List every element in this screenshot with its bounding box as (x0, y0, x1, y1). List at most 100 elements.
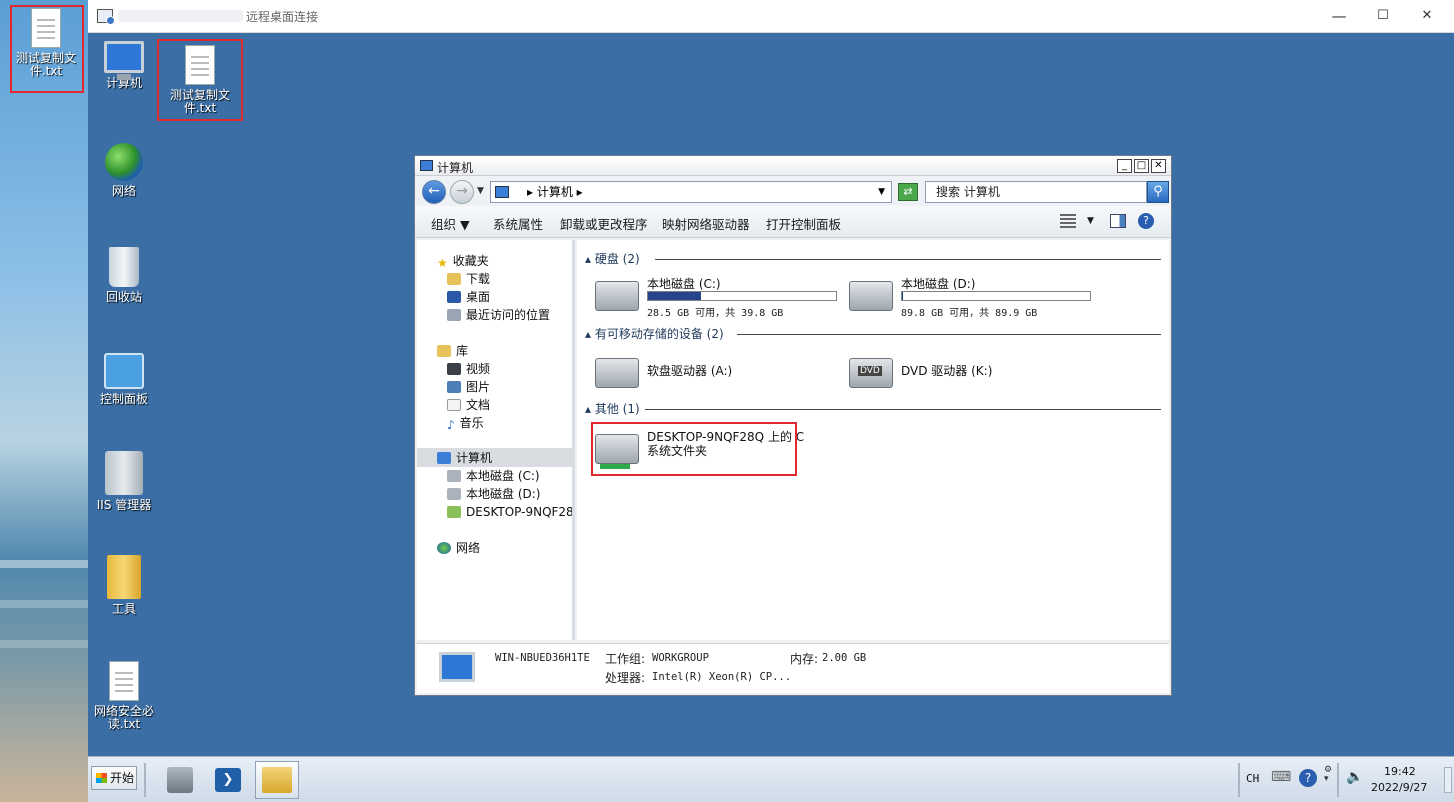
view-options-icon[interactable] (1060, 214, 1076, 228)
show-desktop-button[interactable] (1444, 767, 1452, 793)
map-network-drive-button[interactable]: 映射网络驱动器 (662, 214, 750, 233)
clock-date[interactable]: 2022/9/27 (1371, 781, 1427, 794)
keyboard-icon[interactable]: ⌨ (1271, 769, 1291, 785)
help-icon[interactable]: ? (1138, 213, 1154, 229)
rdp-title: 远程桌面连接 (246, 10, 319, 24)
workgroup-label: 工作组: (605, 652, 646, 666)
pictures-icon (447, 381, 461, 393)
desktop-icon-recycle-bin[interactable]: 回收站 (84, 247, 164, 304)
powershell-icon: ❯ (215, 768, 241, 792)
open-control-panel-button[interactable]: 打开控制面板 (766, 214, 841, 233)
nav-pictures[interactable]: 图片 (447, 378, 490, 396)
text-file-icon (109, 661, 139, 701)
downloads-folder-icon (447, 273, 461, 285)
desktop-icon-label: 网络 (111, 184, 136, 198)
highlight-box (591, 422, 797, 476)
taskbar-separator (144, 763, 146, 797)
network-icon (105, 143, 143, 181)
desktop-icon-label: 工具 (111, 602, 136, 616)
videos-icon (447, 363, 461, 375)
explorer-title: 计算机 (437, 161, 474, 175)
desktop-icon-network[interactable]: 网络 (84, 143, 164, 198)
taskbar-separator (1337, 763, 1339, 797)
search-button[interactable]: ⚲ (1147, 181, 1169, 203)
drive-c-usage-fill (648, 292, 701, 300)
drive-dvd-name: DVD 驱动器 (K:) (901, 364, 993, 378)
nav-downloads[interactable]: 下载 (447, 270, 490, 288)
search-input[interactable]: 搜索 计算机 (925, 181, 1147, 203)
group-divider (655, 259, 1161, 260)
address-row: ← → ▼ ▸ 计算机 ▸ ▼ ⇄ 搜索 计算机 ⚲ (415, 176, 1171, 206)
desktop-icon-label: IIS 管理器 (96, 498, 152, 512)
group-other[interactable]: ▴ 其他 (1) (585, 400, 640, 417)
cpu-value: Intel(R) Xeon(R) CP... (652, 671, 792, 683)
nav-computer[interactable]: 计算机 (437, 449, 492, 467)
organize-button[interactable]: 组织 ▼ (431, 214, 470, 233)
network-icon (437, 542, 451, 554)
explorer-close-button[interactable]: ✕ (1151, 159, 1166, 173)
forward-button[interactable]: → (450, 180, 474, 204)
star-icon: ★ (437, 256, 448, 270)
desktop-icon-security-note[interactable]: 网络安全必读.txt (84, 661, 164, 731)
server-manager-icon (167, 767, 193, 793)
desktop-icon-tools-folder[interactable]: 工具 (84, 555, 164, 616)
taskbar-powershell[interactable]: ❯ (206, 761, 250, 799)
nav-videos[interactable]: 视频 (447, 360, 490, 378)
group-removable[interactable]: ▴ 有可移动存储的设备 (2) (585, 325, 724, 342)
computer-icon (495, 186, 509, 198)
desktop-icon-control-panel[interactable]: 控制面板 (84, 353, 164, 406)
nav-network-share[interactable]: DESKTOP-9NQF28Q 上 (447, 503, 572, 521)
address-dropdown-icon[interactable]: ▼ (878, 182, 885, 202)
hard-disk-icon (447, 470, 461, 482)
explorer-minimize-button[interactable]: _ (1117, 159, 1132, 173)
group-hard-disks[interactable]: ▴ 硬盘 (2) (585, 250, 640, 267)
start-button[interactable]: 开始 (91, 766, 137, 790)
nav-desktop[interactable]: 桌面 (447, 288, 490, 306)
computer-icon (420, 160, 433, 171)
memory-value: 2.00 GB (822, 652, 867, 664)
clock-time[interactable]: 19:42 (1384, 765, 1416, 778)
nav-drive-c[interactable]: 本地磁盘 (C:) (447, 467, 540, 485)
remote-desktop-icon (97, 9, 115, 25)
tray-options-icon[interactable]: ⚙ ▾ (1324, 766, 1332, 784)
nav-network[interactable]: 网络 (437, 539, 480, 557)
help-icon[interactable]: ? (1299, 769, 1317, 787)
address-bar[interactable]: ▸ 计算机 ▸ ▼ (490, 181, 892, 203)
iis-manager-icon (105, 451, 143, 495)
maximize-button[interactable]: ☐ (1360, 0, 1406, 32)
language-indicator[interactable]: CH (1246, 772, 1259, 785)
floppy-drive-icon (595, 358, 639, 388)
volume-icon[interactable]: 🔈 (1346, 769, 1363, 785)
close-button[interactable]: ✕ (1404, 0, 1450, 32)
navigation-pane: ★ 收藏夹 下载 桌面 最近访问的位置 库 视频 图片 文档 ♪ 音乐 计算机 本地… (417, 240, 575, 640)
nav-drive-d[interactable]: 本地磁盘 (D:) (447, 485, 540, 503)
back-button[interactable]: ← (422, 180, 446, 204)
library-icon (437, 345, 451, 357)
drive-c-free: 28.5 GB 可用，共 39.8 GB (647, 308, 784, 319)
taskbar: 开始 ❯ CH ⌨ ? ⚙ ▾ 🔈 19:42 2022/9/27 (88, 756, 1454, 802)
preview-pane-icon[interactable] (1110, 214, 1126, 228)
system-properties-button[interactable]: 系统属性 (493, 214, 543, 233)
hard-disk-icon (447, 488, 461, 500)
nav-music[interactable]: ♪ 音乐 (447, 414, 484, 432)
details-pane: WIN-NBUED36H1TE 工作组: WORKGROUP 内存: 2.00 … (417, 643, 1169, 693)
drive-d-usage-bar (901, 291, 1091, 301)
view-dropdown-icon[interactable]: ▼ (1087, 216, 1094, 226)
nav-favorites[interactable]: ★ 收藏夹 (437, 252, 489, 270)
desktop-icon-label: 回收站 (105, 290, 142, 304)
taskbar-explorer[interactable] (255, 761, 299, 799)
minimize-button[interactable]: — (1316, 0, 1362, 32)
content-pane: ▴ 硬盘 (2) 本地磁盘 (C:) 28.5 GB 可用，共 39.8 GB … (577, 240, 1169, 640)
nav-libraries[interactable]: 库 (437, 342, 468, 360)
nav-documents[interactable]: 文档 (447, 396, 490, 414)
taskbar-server-manager[interactable] (158, 761, 202, 799)
nav-recent[interactable]: 最近访问的位置 (447, 306, 550, 324)
explorer-maximize-button[interactable]: □ (1134, 159, 1149, 173)
dvd-drive-icon: DVD (849, 358, 893, 388)
history-chevron-icon[interactable]: ▼ (477, 186, 484, 196)
cpu-label: 处理器: (605, 671, 646, 685)
desktop-icon-iis[interactable]: IIS 管理器 (84, 451, 164, 512)
refresh-button[interactable]: ⇄ (898, 183, 918, 201)
uninstall-program-button[interactable]: 卸载或更改程序 (560, 214, 648, 233)
desktop-icon-computer[interactable]: 计算机 (84, 41, 164, 90)
